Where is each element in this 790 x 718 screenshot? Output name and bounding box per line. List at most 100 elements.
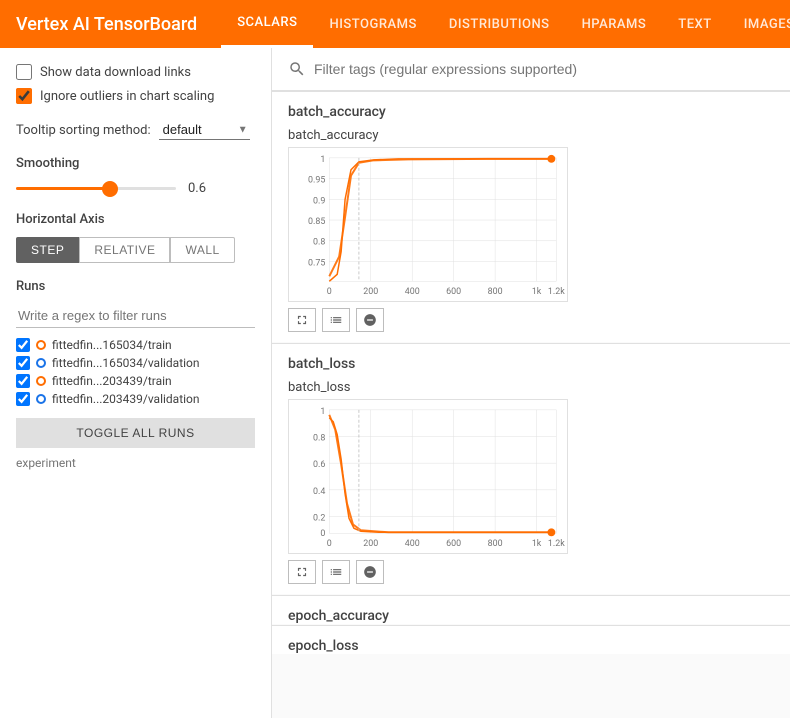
haxis-step-button[interactable]: STEP [16, 237, 79, 263]
batch-accuracy-chart: 1 0.95 0.9 0.85 0.8 0.75 0 200 400 [288, 147, 568, 302]
runs-filter-input[interactable] [16, 304, 255, 328]
haxis-relative-button[interactable]: RELATIVE [79, 237, 170, 263]
top-navigation: Vertex AI TensorBoard SCALARS HISTOGRAMS… [0, 0, 790, 48]
svg-text:200: 200 [363, 539, 378, 549]
run-dot-3 [36, 394, 46, 404]
nav-images[interactable]: IMAGES [728, 0, 790, 48]
smoothing-label: Smoothing [16, 156, 255, 171]
runs-section: Runs fittedfin...165034/train fittedfin.… [16, 279, 255, 406]
run-item: fittedfin...165034/validation [16, 356, 255, 370]
ignore-outliers-checkbox[interactable] [16, 88, 32, 104]
run-checkbox-0[interactable] [16, 338, 30, 352]
run-label-3: fittedfin...203439/validation [52, 392, 200, 406]
run-dot-0 [36, 340, 46, 350]
svg-text:0.8: 0.8 [313, 238, 325, 248]
batch-accuracy-chart-title: batch_accuracy [288, 128, 774, 143]
search-icon [288, 60, 306, 78]
svg-text:1k: 1k [532, 287, 542, 297]
run-checkbox-1[interactable] [16, 356, 30, 370]
tooltip-sort-label: Tooltip sorting method: [16, 123, 151, 138]
nav-distributions[interactable]: DISTRIBUTIONS [433, 0, 566, 48]
svg-text:1.2k: 1.2k [548, 287, 565, 297]
svg-text:0.2: 0.2 [313, 513, 325, 523]
epoch-loss-title: epoch_loss [272, 626, 790, 654]
svg-text:0.95: 0.95 [308, 176, 325, 186]
epoch-accuracy-title: epoch_accuracy [272, 596, 790, 624]
svg-text:800: 800 [488, 539, 503, 549]
batch-accuracy-svg: 1 0.95 0.9 0.85 0.8 0.75 0 200 400 [289, 148, 567, 301]
nav-histograms[interactable]: HISTOGRAMS [313, 0, 432, 48]
run-item: fittedfin...165034/train [16, 338, 255, 352]
toggle-all-runs-button[interactable]: TOGGLE ALL RUNS [16, 418, 255, 448]
smoothing-section: Smoothing 0.6 [16, 156, 255, 196]
main-content: batch_accuracy batch_accuracy [272, 48, 790, 718]
svg-text:600: 600 [446, 539, 461, 549]
nav-scalars[interactable]: SCALARS [221, 0, 313, 48]
expand-loss-chart-button[interactable] [288, 560, 316, 584]
svg-text:0: 0 [320, 529, 325, 539]
batch-loss-chart: 1 0.8 0.6 0.4 0.2 0 0 200 400 600 [288, 399, 568, 554]
batch-loss-controls [288, 554, 774, 590]
smoothing-slider-row: 0.6 [16, 181, 255, 196]
nav-links: SCALARS HISTOGRAMS DISTRIBUTIONS HPARAMS… [221, 0, 790, 48]
run-label-1: fittedfin...165034/validation [52, 356, 200, 370]
run-checkbox-2[interactable] [16, 374, 30, 388]
experiment-label: experiment [16, 456, 76, 470]
run-item: fittedfin...203439/validation [16, 392, 255, 406]
haxis-wall-button[interactable]: WALL [170, 237, 234, 263]
run-dot-1 [36, 358, 46, 368]
search-bar [272, 48, 790, 91]
tooltip-sort-wrapper: default descending ascending nearest ▼ [159, 120, 250, 140]
disable-zoom-loss-button[interactable] [356, 560, 384, 584]
svg-text:1k: 1k [532, 539, 542, 549]
epoch-loss-section: epoch_loss [272, 625, 790, 654]
run-label-0: fittedfin...165034/train [52, 338, 172, 352]
svg-text:800: 800 [488, 287, 503, 297]
data-table-loss-button[interactable] [322, 560, 350, 584]
haxis-buttons: STEP RELATIVE WALL [16, 237, 255, 263]
show-data-links-label: Show data download links [40, 65, 191, 80]
batch-accuracy-controls [288, 302, 774, 338]
svg-text:400: 400 [405, 539, 420, 549]
data-table-button[interactable] [322, 308, 350, 332]
batch-accuracy-section: batch_accuracy batch_accuracy [272, 91, 790, 342]
svg-text:0.9: 0.9 [313, 196, 325, 206]
svg-text:1: 1 [320, 155, 325, 165]
ignore-outliers-row: Ignore outliers in chart scaling [16, 88, 255, 104]
batch-loss-container: batch_loss [272, 372, 790, 594]
svg-text:1: 1 [320, 407, 325, 417]
svg-text:0.4: 0.4 [313, 487, 325, 497]
svg-text:0.6: 0.6 [313, 460, 325, 470]
run-checkbox-3[interactable] [16, 392, 30, 406]
smoothing-slider[interactable] [16, 187, 176, 190]
svg-text:400: 400 [405, 287, 420, 297]
svg-text:0: 0 [327, 539, 332, 549]
batch-loss-svg: 1 0.8 0.6 0.4 0.2 0 0 200 400 600 [289, 400, 567, 553]
tooltip-sort-select[interactable]: default descending ascending nearest [159, 120, 250, 140]
app-brand: Vertex AI TensorBoard [16, 14, 197, 35]
haxis-label: Horizontal Axis [16, 212, 255, 227]
batch-loss-title: batch_loss [272, 344, 790, 372]
svg-text:200: 200 [363, 287, 378, 297]
batch-loss-chart-title: batch_loss [288, 380, 774, 395]
epoch-accuracy-section: epoch_accuracy [272, 595, 790, 624]
run-dot-2 [36, 376, 46, 386]
expand-chart-button[interactable] [288, 308, 316, 332]
tag-filter-input[interactable] [314, 61, 774, 77]
batch-loss-section: batch_loss batch_loss [272, 343, 790, 594]
run-label-2: fittedfin...203439/train [52, 374, 172, 388]
sidebar-options: Show data download links Ignore outliers… [16, 64, 255, 104]
show-data-links-checkbox[interactable] [16, 64, 32, 80]
svg-text:600: 600 [446, 287, 461, 297]
svg-text:0: 0 [327, 287, 332, 297]
svg-text:0.75: 0.75 [308, 258, 325, 268]
ignore-outliers-label: Ignore outliers in chart scaling [40, 89, 214, 104]
disable-zoom-button[interactable] [356, 308, 384, 332]
haxis-section: Horizontal Axis STEP RELATIVE WALL [16, 212, 255, 263]
svg-text:0.8: 0.8 [313, 433, 325, 443]
batch-accuracy-title: batch_accuracy [272, 92, 790, 120]
nav-hparams[interactable]: HPARAMS [566, 0, 663, 48]
tooltip-sort-row: Tooltip sorting method: default descendi… [16, 120, 255, 140]
nav-text[interactable]: TEXT [662, 0, 727, 48]
smoothing-value: 0.6 [188, 181, 206, 196]
